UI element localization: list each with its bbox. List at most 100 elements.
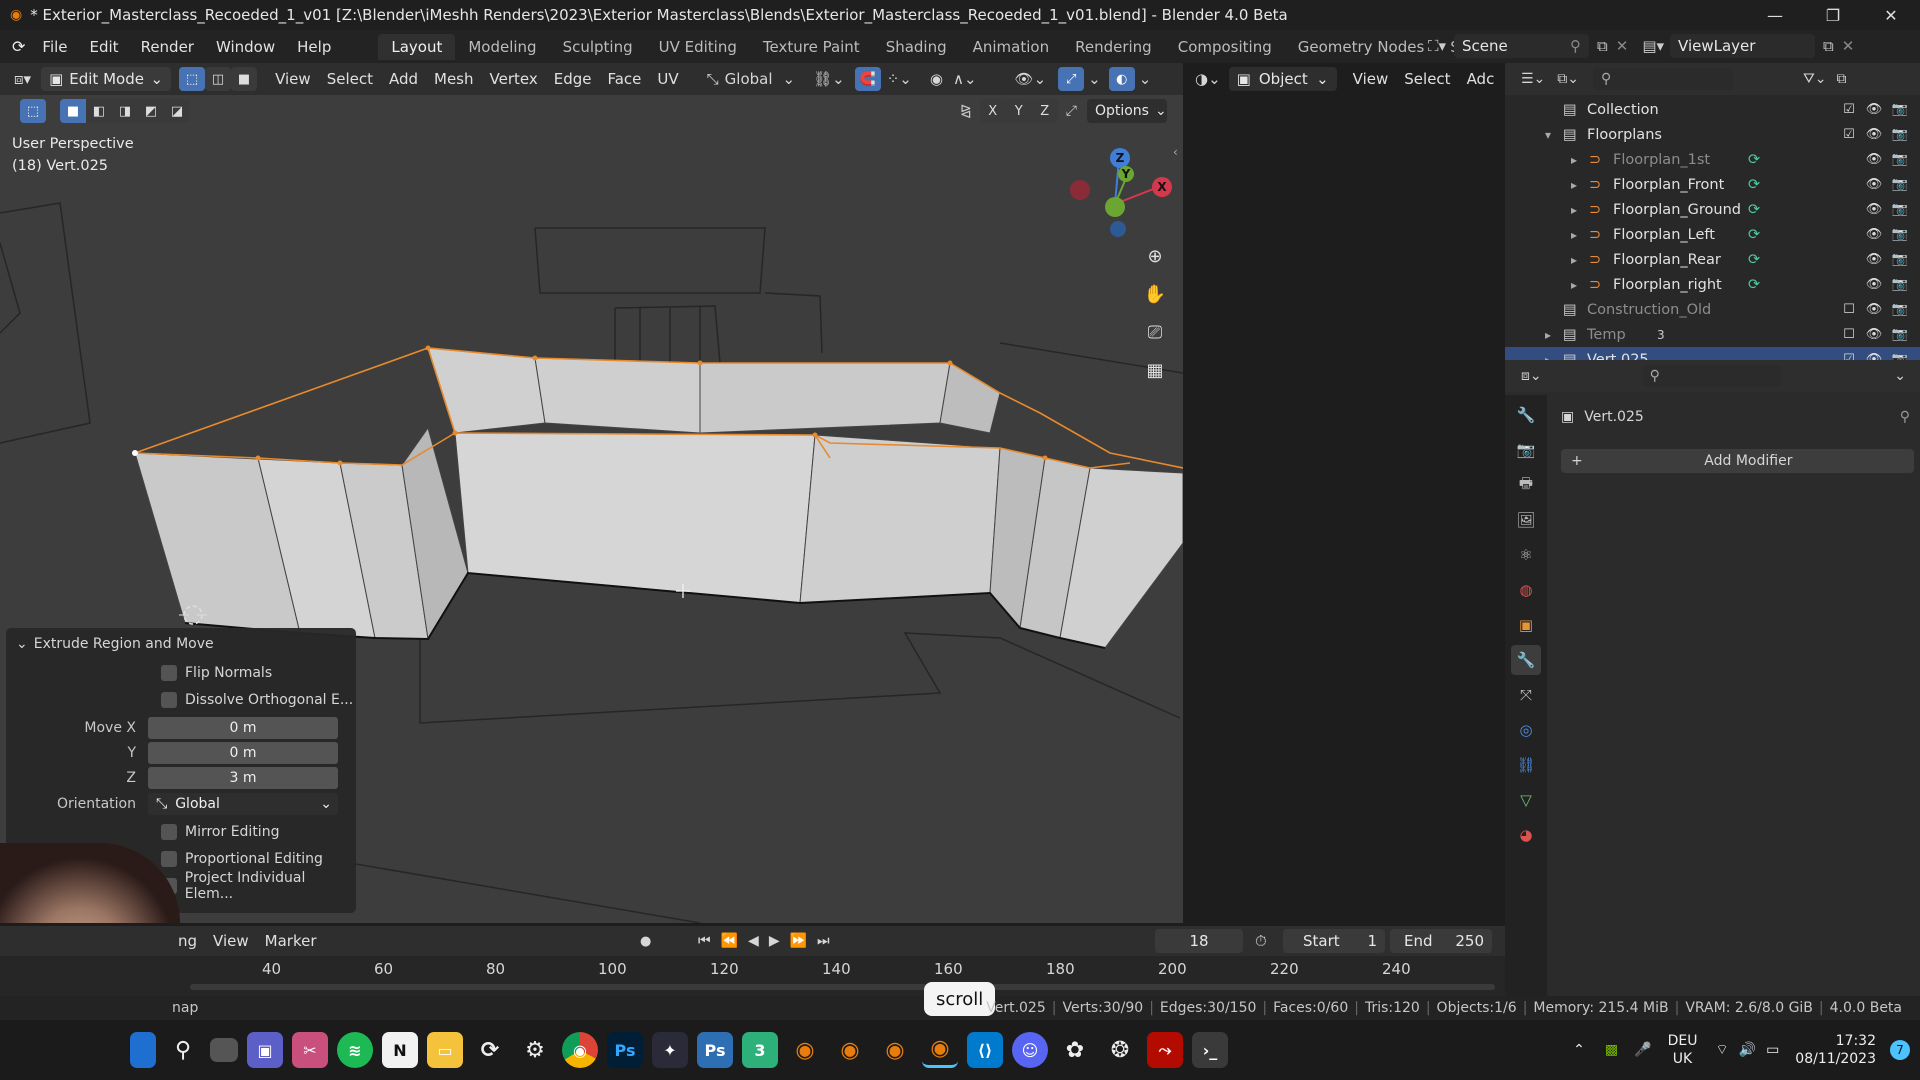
outliner-row[interactable]: ▾ ▤ Floorplans ☑ 👁 📷: [1505, 122, 1920, 147]
exclude-checkbox[interactable]: [1840, 251, 1858, 269]
filter-icon[interactable]: ⛛⌄: [1803, 71, 1827, 87]
dissolve-checkbox[interactable]: [161, 692, 177, 708]
pivot-icon[interactable]: ⛓⌄: [813, 70, 845, 88]
viewport-menu-face[interactable]: Face: [599, 67, 649, 91]
output-tab-icon[interactable]: 🖶: [1511, 470, 1541, 500]
properties-options-icon[interactable]: ⌄: [1894, 368, 1906, 384]
task-view-icon[interactable]: [210, 1038, 238, 1062]
exclude-checkbox[interactable]: [1840, 276, 1858, 294]
exclude-checkbox[interactable]: ☐: [1840, 301, 1858, 319]
volume-icon[interactable]: 🔊: [1739, 1042, 1756, 1058]
object-dropdown[interactable]: ▣ Object ⌄: [1228, 67, 1337, 91]
eye-icon[interactable]: 👁: [1865, 251, 1883, 269]
move-x-field[interactable]: 0 m: [148, 717, 338, 739]
expand-arrow-icon[interactable]: ▾: [1545, 128, 1551, 142]
proportional-checkbox[interactable]: [161, 851, 177, 867]
material-tab-icon[interactable]: ◕: [1511, 820, 1541, 850]
orientation-icon[interactable]: ⤡: [707, 70, 719, 88]
neg-z-axis-icon[interactable]: [1110, 221, 1126, 237]
davinci-icon[interactable]: ✦: [652, 1032, 688, 1068]
outliner-type-icon[interactable]: ☰⌄: [1521, 71, 1545, 87]
exclude-checkbox[interactable]: [1840, 201, 1858, 219]
input-language[interactable]: DEU UK: [1668, 1032, 1698, 1068]
viewport-menu-view[interactable]: View: [267, 67, 319, 91]
workspace-tab-geometry-nodes[interactable]: Geometry Nodes: [1285, 34, 1438, 60]
expand-arrow-icon[interactable]: ▸: [1571, 203, 1577, 217]
camera-icon[interactable]: 📷: [1891, 276, 1909, 294]
mirror-editing-checkbox[interactable]: [161, 824, 177, 840]
exclude-checkbox[interactable]: ☐: [1840, 326, 1858, 344]
move-z-field[interactable]: 3 m: [148, 767, 338, 789]
clock[interactable]: 17:32 08/11/2023: [1795, 1032, 1876, 1068]
outliner-row[interactable]: ▤ Construction_Old ☐ 👁 📷: [1505, 297, 1920, 322]
expand-arrow-icon[interactable]: ▸: [1571, 178, 1577, 192]
right-menu-view[interactable]: View: [1345, 67, 1397, 91]
workspace-tab-sculpting[interactable]: Sculpting: [550, 34, 646, 60]
flip-normals-checkbox[interactable]: [161, 665, 177, 681]
camera-icon[interactable]: 📷: [1891, 201, 1909, 219]
camera-icon[interactable]: 📷: [1891, 101, 1909, 119]
eye-icon[interactable]: 👁: [1865, 276, 1883, 294]
maximize-button[interactable]: ❐: [1804, 0, 1862, 30]
outliner-row[interactable]: ▸ ⊃ Floorplan_right ⟳ 👁 📷: [1505, 272, 1920, 297]
workspace-tab-animation[interactable]: Animation: [960, 34, 1062, 60]
blender1-icon[interactable]: ◉: [787, 1032, 823, 1068]
photoshop2-icon[interactable]: Ps: [697, 1032, 733, 1068]
display-mode-icon[interactable]: ⧉⌄: [1557, 71, 1579, 87]
curve-modifier-icon[interactable]: ⟳: [1748, 177, 1760, 193]
blender4-icon[interactable]: ◉: [922, 1032, 958, 1068]
right-menu-adc[interactable]: Adc: [1459, 67, 1503, 91]
wifi-icon[interactable]: ⌔: [1715, 1041, 1728, 1059]
notification-badge[interactable]: 7: [1890, 1040, 1910, 1060]
3d-viewport[interactable]: User Perspective (18) Vert.025 Z Y X ⊕ ✋…: [0, 63, 1183, 923]
expand-arrow-icon[interactable]: ▸: [1571, 278, 1577, 292]
render-tab-icon[interactable]: 📷: [1511, 435, 1541, 465]
start-button-icon[interactable]: [130, 1032, 156, 1068]
eye-icon[interactable]: 👁: [1865, 201, 1883, 219]
start-frame-field[interactable]: Start 1: [1283, 929, 1385, 953]
new-collection-icon[interactable]: ⧉: [1837, 71, 1847, 87]
timeline-menu-ng[interactable]: ng: [170, 929, 205, 953]
camera-icon[interactable]: 📷: [1891, 176, 1909, 194]
view-layer-tab-icon[interactable]: 🖼: [1511, 505, 1541, 535]
outliner-row[interactable]: ▸ ⊃ Floorplan_1st ⟳ 👁 📷: [1505, 147, 1920, 172]
jump-keyframe-forward-icon[interactable]: ⏩: [790, 933, 807, 949]
select-invert-icon[interactable]: ◩: [138, 99, 164, 123]
expand-arrow-icon[interactable]: ▸: [1571, 253, 1577, 267]
jump-start-icon[interactable]: ⏮: [698, 933, 711, 949]
remove-scene-icon[interactable]: ✕: [1616, 37, 1629, 55]
edge-select-icon[interactable]: ◫: [205, 67, 232, 91]
right-menu-select[interactable]: Select: [1396, 67, 1458, 91]
viewport-menu-uv[interactable]: UV: [649, 67, 686, 91]
play-reverse-icon[interactable]: ◀: [748, 933, 759, 949]
move-y-field[interactable]: 0 m: [148, 742, 338, 764]
eye-icon[interactable]: 👁: [1865, 101, 1883, 119]
snap-target-icon[interactable]: ⁘⌄: [887, 70, 912, 88]
battery-icon[interactable]: ▭: [1766, 1042, 1779, 1058]
gizmo-dropdown-icon[interactable]: ⌄: [1088, 70, 1101, 88]
viewport-menu-vertex[interactable]: Vertex: [482, 67, 546, 91]
camera-icon[interactable]: 📷: [1891, 301, 1909, 319]
workspace-tab-rendering[interactable]: Rendering: [1062, 34, 1165, 60]
jump-keyframe-back-icon[interactable]: ⏪: [721, 933, 738, 949]
new-view-layer-icon[interactable]: ⧉: [1823, 37, 1834, 55]
select-intersect-icon[interactable]: ◪: [164, 99, 190, 123]
camera-icon[interactable]: 📷: [1891, 151, 1909, 169]
camera-icon[interactable]: 📷: [1891, 326, 1909, 344]
pin-icon[interactable]: ⚲: [1900, 409, 1910, 425]
outliner-row[interactable]: ▤ Collection ☑ 👁 📷: [1505, 97, 1920, 122]
outliner-row[interactable]: ▸ ▤ Temp 3 ☐ 👁 📷: [1505, 322, 1920, 347]
falloff-icon[interactable]: ∧⌄: [953, 70, 977, 88]
world-tab-icon[interactable]: ◍: [1511, 575, 1541, 605]
workspace-tab-compositing[interactable]: Compositing: [1165, 34, 1285, 60]
microphone-icon[interactable]: 🎤: [1634, 1042, 1651, 1058]
minimize-button[interactable]: —: [1746, 0, 1804, 30]
outliner-row[interactable]: ▸ ⊃ Floorplan_Ground ⟳ 👁 📷: [1505, 197, 1920, 222]
camera-icon[interactable]: 📷: [1891, 126, 1909, 144]
jump-end-icon[interactable]: ⏭: [817, 933, 830, 949]
shading-icon[interactable]: ◑⌄: [1195, 70, 1221, 88]
sidebar-toggle-icon[interactable]: ‹: [1173, 145, 1178, 159]
three-icon[interactable]: 3: [742, 1032, 778, 1068]
camera-icon[interactable]: 📷: [1891, 226, 1909, 244]
eye-icon[interactable]: 👁: [1865, 226, 1883, 244]
